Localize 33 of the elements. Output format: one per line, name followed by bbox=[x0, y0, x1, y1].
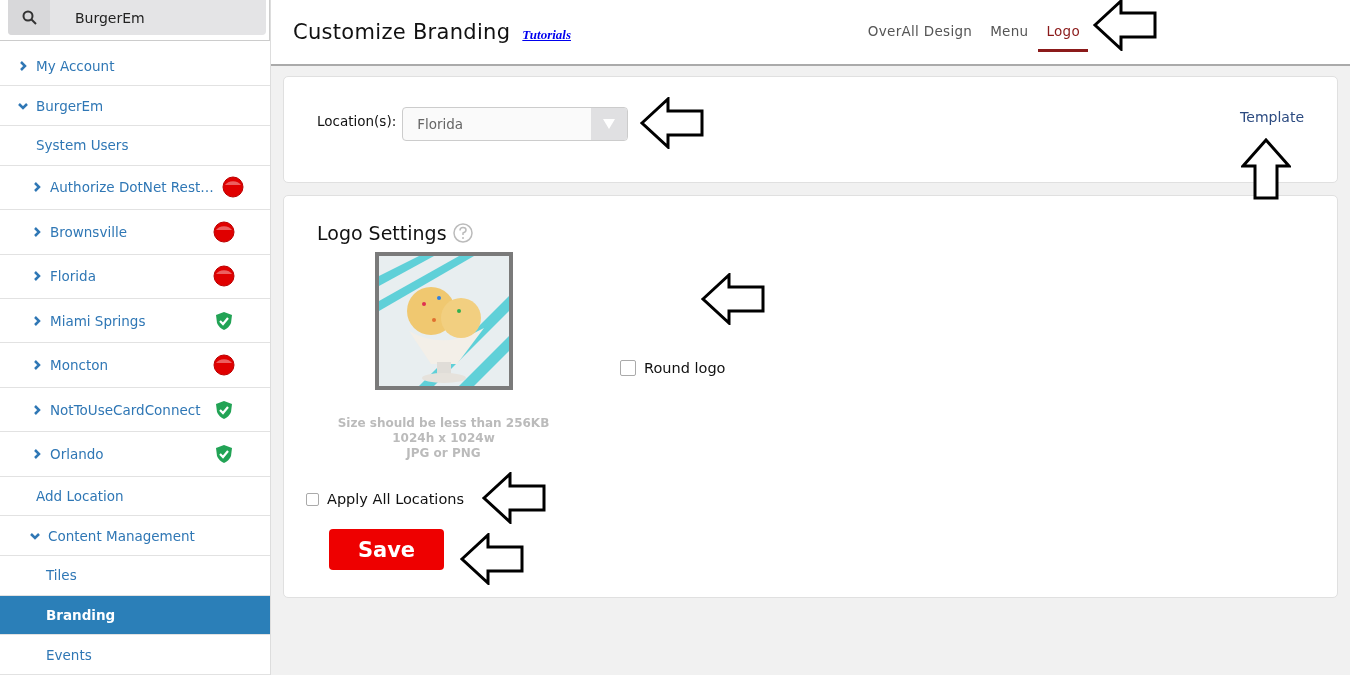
search-bar[interactable]: BurgerEm bbox=[8, 0, 266, 35]
chevron-icon bbox=[32, 271, 42, 282]
tab[interactable]: Logo bbox=[1038, 0, 1088, 52]
chevron-icon bbox=[32, 226, 42, 237]
save-button[interactable]: Save bbox=[329, 529, 444, 570]
chevron-icon bbox=[32, 449, 42, 460]
chevron-icon bbox=[32, 404, 42, 415]
page-title: Customize Branding bbox=[293, 20, 511, 44]
chevron-icon bbox=[32, 182, 42, 193]
tab[interactable]: OverAll Design bbox=[859, 0, 981, 52]
chevron-icon bbox=[30, 530, 40, 541]
location-label: Location(s): bbox=[317, 113, 397, 129]
logo-size-hint: Size should be less than 256KB 1024h x 1024w JPG or PNG bbox=[337, 416, 550, 461]
sidebar-item[interactable]: Branding bbox=[0, 595, 270, 636]
chevron-icon bbox=[18, 100, 28, 111]
annotation-arrow bbox=[640, 97, 704, 149]
tab[interactable]: Menu bbox=[982, 0, 1037, 52]
chevron-icon bbox=[32, 360, 42, 371]
chevron-icon bbox=[18, 61, 28, 72]
tutorials-link[interactable]: Tutorials bbox=[522, 27, 571, 43]
chevron-icon bbox=[32, 315, 42, 326]
section-title: Logo Settings bbox=[317, 222, 447, 244]
round-logo-checkbox[interactable]: Round logo bbox=[620, 360, 726, 376]
annotation-arrow bbox=[482, 472, 546, 524]
apply-all-checkbox[interactable]: Apply All Locations bbox=[306, 491, 1315, 507]
search-icon bbox=[21, 10, 37, 25]
search-field[interactable]: BurgerEm bbox=[50, 0, 266, 35]
caret-icon bbox=[603, 119, 616, 129]
annotation-arrow bbox=[460, 533, 524, 585]
location-select[interactable]: Florida bbox=[402, 107, 629, 141]
annotation-arrow bbox=[701, 273, 765, 325]
help-icon[interactable] bbox=[452, 223, 473, 243]
template-link[interactable]: Template bbox=[1240, 109, 1304, 125]
